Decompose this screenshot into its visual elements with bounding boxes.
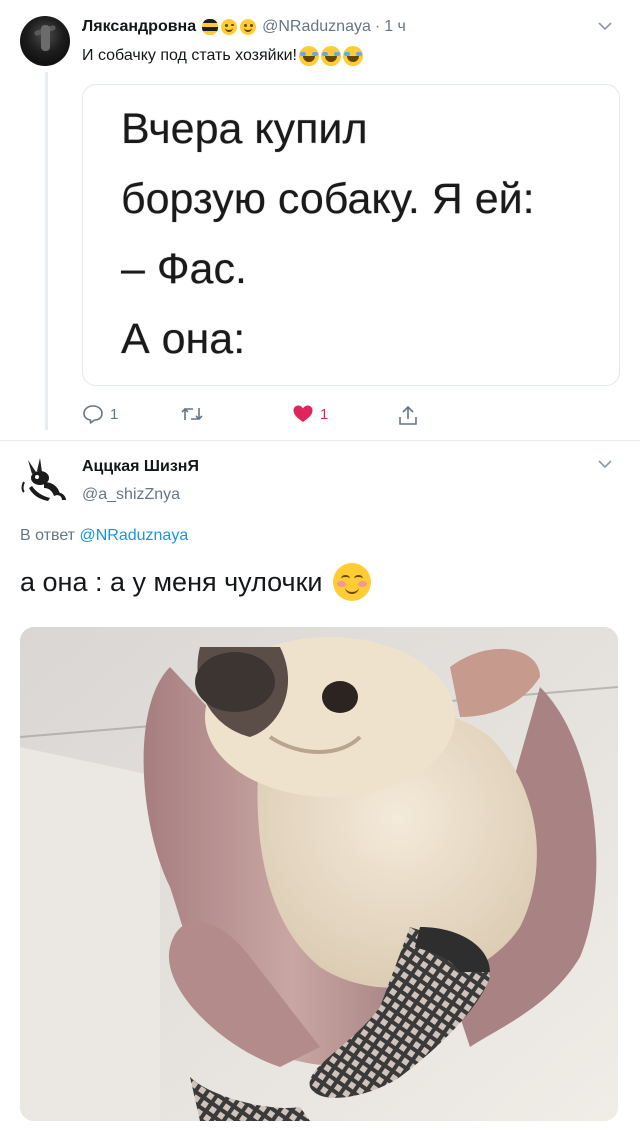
tweet-text: И собачку под стать хозяйки! [82, 46, 363, 66]
card-text-line: – Фас. [121, 245, 247, 293]
author-name[interactable]: Аццкая ШизнЯ [82, 458, 199, 476]
chevron-down-icon[interactable] [598, 18, 612, 34]
reply-button[interactable]: 1 [82, 404, 118, 424]
tweet-text-content: И собачку под стать хозяйки! [82, 47, 297, 64]
like-button[interactable]: 1 [292, 404, 328, 424]
like-count: 1 [320, 405, 329, 423]
heart-icon [292, 404, 314, 424]
avatar[interactable] [18, 452, 70, 504]
tweet-header: Ляксандровна @NRaduznaya · 1 ч [82, 18, 406, 36]
reply-context-prefix: В ответ [20, 527, 76, 544]
separator-dot: · [374, 18, 381, 35]
winking-face-emoji-icon [221, 19, 238, 35]
author-name[interactable]: Ляксандровна [82, 18, 196, 36]
avatar-figure [41, 25, 50, 51]
retweet-arrows-icon [180, 404, 204, 424]
tears-of-joy-emoji-icon [342, 46, 363, 66]
thread-connector-line [45, 72, 48, 430]
grinning-face-emoji-icon [240, 19, 257, 35]
upload-icon [398, 404, 418, 426]
reply-mention-link[interactable]: @NRaduznaya [79, 527, 188, 544]
tweet-timestamp[interactable]: 1 ч [384, 18, 406, 36]
card-text-line: А она: [121, 315, 246, 363]
speech-bubble-icon [82, 404, 104, 424]
retweet-button[interactable] [180, 404, 204, 424]
bee-emoji-icon [202, 19, 219, 35]
tears-of-joy-emoji-icon [320, 46, 341, 66]
tweet-text: а она : а у меня чулочки [20, 563, 371, 601]
author-handle[interactable]: @NRaduznaya [262, 18, 371, 36]
tweet-divider [0, 440, 640, 441]
tweet-photo[interactable] [20, 627, 618, 1121]
share-button[interactable] [398, 404, 418, 426]
tweet-text-content: а она : а у меня чулочки [20, 566, 323, 597]
tears-of-joy-emoji-icon [298, 46, 319, 66]
reply-context: В ответ @NRaduznaya [20, 527, 188, 545]
attached-image-card[interactable]: Вчера купил борзую собаку. Я ей: – Фас. … [82, 84, 620, 386]
smiling-face-emoji-icon [332, 563, 371, 601]
card-text-line: борзую собаку. Я ей: [121, 175, 535, 223]
reply-count: 1 [110, 405, 119, 423]
avatar[interactable] [20, 16, 70, 66]
tweet-actions: 1 1 [82, 404, 502, 432]
dog-photo-illustration [20, 627, 618, 1121]
chevron-down-icon[interactable] [598, 456, 612, 472]
card-text-line: Вчера купил [121, 105, 368, 153]
author-handle[interactable]: @a_shizZnya [82, 486, 180, 504]
